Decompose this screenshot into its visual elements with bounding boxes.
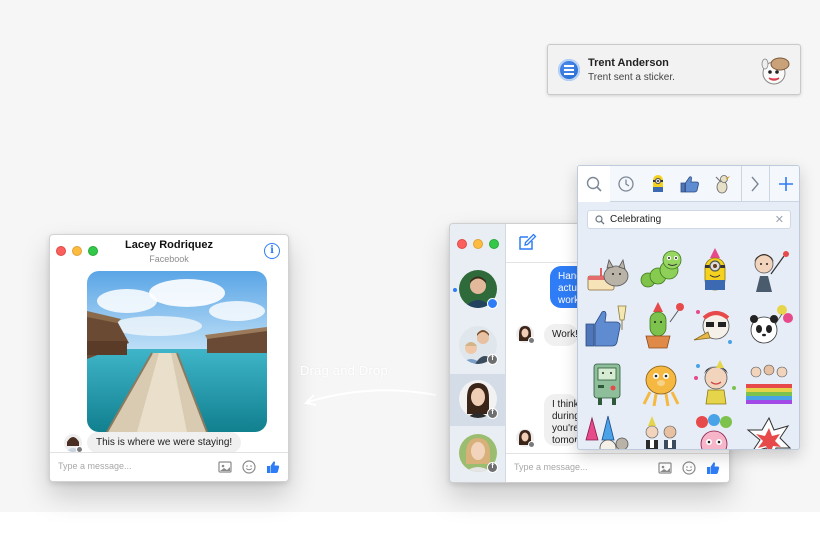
pusheen-cake-sticker[interactable] [582, 246, 632, 296]
page-bottom-band [0, 512, 820, 552]
recent-icon [618, 176, 634, 192]
bird-pack-icon [715, 175, 730, 194]
notification-title: Trent Anderson [588, 57, 669, 69]
thumbs-up-champagne-sticker[interactable] [582, 302, 632, 352]
compose-icon[interactable] [516, 231, 538, 253]
sticker-thumbnail-icon [761, 57, 790, 85]
notification-banner[interactable]: Trent Anderson Trent sent a sticker. [547, 44, 801, 95]
minimize-window-button[interactable] [473, 239, 483, 249]
party-hats-sticker[interactable] [582, 414, 632, 450]
facebook-badge-icon: f [487, 408, 498, 419]
conversation-source: Facebook [149, 254, 189, 264]
zoom-window-button[interactable] [489, 239, 499, 249]
photo-icon[interactable] [657, 460, 673, 476]
clown-balloons-sticker[interactable] [690, 414, 740, 450]
cactus-party-sticker[interactable] [636, 302, 686, 352]
message-line: tomor [552, 435, 578, 446]
facebook-badge-icon [528, 337, 535, 344]
message-line: during [552, 411, 578, 422]
emoji-icon[interactable] [681, 460, 697, 476]
composer: Type a message... [50, 452, 288, 481]
tab-search[interactable] [578, 166, 610, 202]
unread-indicator [453, 288, 457, 292]
photo-icon[interactable] [217, 459, 233, 475]
messenger-app-icon [558, 59, 580, 81]
facebook-badge-icon: f [487, 462, 498, 473]
sticker-search-input[interactable]: Celebrating [610, 214, 661, 225]
add-icon [778, 177, 793, 191]
sticker-tabs [578, 166, 799, 202]
minion-party-sticker[interactable] [690, 246, 740, 296]
chat-window-lacey[interactable]: Lacey Rodriquez Facebook i This is where [49, 234, 289, 482]
message-line: Work! [552, 329, 578, 340]
shared-photo[interactable] [87, 271, 267, 432]
conversation-item[interactable]: f [450, 428, 506, 480]
message-input[interactable]: Type a message... [514, 462, 588, 472]
search-icon [586, 176, 602, 192]
thumbs-up-icon[interactable] [265, 459, 281, 475]
sticker-search-field[interactable]: Celebrating ✕ [587, 210, 791, 229]
minion-pack-icon [653, 175, 663, 192]
girl-confetti-sticker[interactable] [690, 358, 740, 408]
panda-balloons-sticker[interactable] [744, 302, 794, 352]
next-icon [751, 176, 759, 192]
message-input[interactable]: Type a message... [58, 461, 132, 471]
couple-party-sticker[interactable] [636, 414, 686, 450]
facebook-badge-icon: f [487, 354, 498, 365]
close-window-button[interactable] [457, 239, 467, 249]
notification-body: Trent sent a sticker. [588, 72, 675, 83]
horn-blower-sticker[interactable] [690, 302, 740, 352]
message-line: I think [552, 399, 578, 410]
explosion-sticker[interactable] [744, 414, 794, 450]
tab-recent[interactable] [610, 166, 642, 202]
window-controls [457, 239, 499, 249]
sticker-picker[interactable]: Celebrating ✕ [577, 165, 800, 450]
message-bubble-incoming[interactable]: I think during you're tomor [544, 394, 578, 446]
message-line: you're [552, 423, 578, 434]
jake-dog-sticker[interactable] [636, 358, 686, 408]
conversation-title: Lacey Rodriquez [124, 239, 214, 251]
crowd-banner-sticker[interactable] [744, 358, 794, 408]
info-icon[interactable]: i [264, 243, 280, 259]
composer: Type a message... [506, 453, 729, 482]
emoji-icon[interactable] [241, 459, 257, 475]
tab-bird-pack[interactable] [706, 166, 738, 202]
facebook-badge-icon [528, 441, 535, 448]
search-icon [595, 215, 605, 225]
message-bubble[interactable]: This is where we were staying! [87, 432, 242, 453]
message-bubble-incoming[interactable]: Work! [544, 324, 578, 346]
conversation-item-selected[interactable]: f [450, 374, 506, 426]
tab-add[interactable] [770, 166, 799, 202]
conversation-sidebar: f f f [450, 224, 506, 482]
thumbs-up-icon[interactable] [705, 460, 721, 476]
robot-sticker[interactable] [582, 358, 632, 408]
conversation-item[interactable]: f [450, 320, 506, 372]
conversation-item[interactable] [450, 264, 506, 316]
girl-balloons-sticker[interactable] [744, 246, 794, 296]
caterpillar-sticker[interactable] [636, 246, 686, 296]
clear-search-icon[interactable]: ✕ [775, 213, 784, 226]
tab-minion-pack[interactable] [642, 166, 674, 202]
messenger-badge-icon [487, 298, 498, 309]
drag-drop-label: Drag and Drop [300, 363, 388, 378]
thumbs-up-pack-icon [680, 176, 699, 193]
curved-arrow-icon [303, 389, 437, 406]
tab-thumbs-pack[interactable] [674, 166, 706, 202]
tab-next[interactable] [742, 166, 768, 202]
